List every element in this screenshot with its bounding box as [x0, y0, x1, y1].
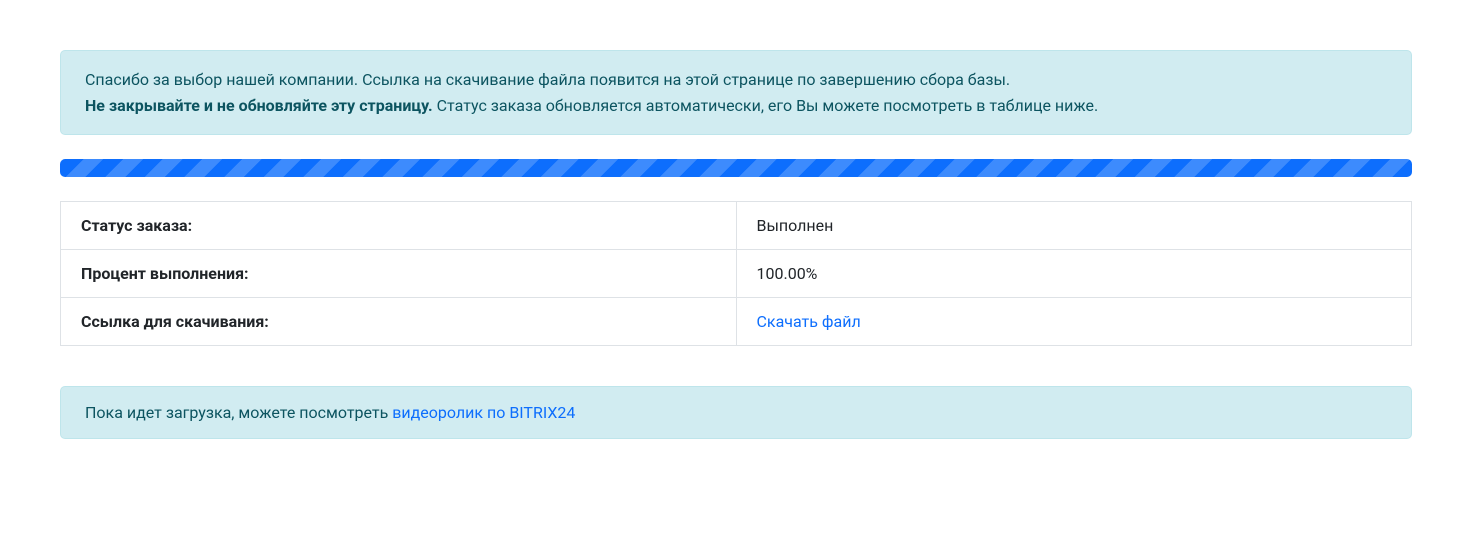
table-row: Статус заказа: Выполнен: [61, 202, 1412, 250]
download-label: Ссылка для скачивания:: [61, 298, 737, 346]
status-table: Статус заказа: Выполнен Процент выполнен…: [60, 201, 1412, 346]
percent-value: 100.00%: [736, 250, 1412, 298]
bottom-prefix: Пока идет загрузка, можете посмотреть: [85, 403, 392, 422]
table-row: Ссылка для скачивания: Скачать файл: [61, 298, 1412, 346]
progress-bar: [60, 159, 1412, 177]
bottom-alert: Пока идет загрузка, можете посмотреть ви…: [60, 386, 1412, 439]
notice-text-line1: Спасибо за выбор нашей компании. Ссылка …: [85, 70, 1010, 89]
notice-text-line2: Статус заказа обновляется автоматически,…: [433, 96, 1099, 115]
download-link[interactable]: Скачать файл: [757, 312, 861, 331]
notice-strong: Не закрывайте и не обновляйте эту страни…: [85, 96, 433, 115]
table-row: Процент выполнения: 100.00%: [61, 250, 1412, 298]
status-value: Выполнен: [736, 202, 1412, 250]
percent-label: Процент выполнения:: [61, 250, 737, 298]
notice-alert: Спасибо за выбор нашей компании. Ссылка …: [60, 50, 1412, 135]
status-label: Статус заказа:: [61, 202, 737, 250]
bitrix-video-link[interactable]: видеоролик по BITRIX24: [392, 403, 575, 422]
